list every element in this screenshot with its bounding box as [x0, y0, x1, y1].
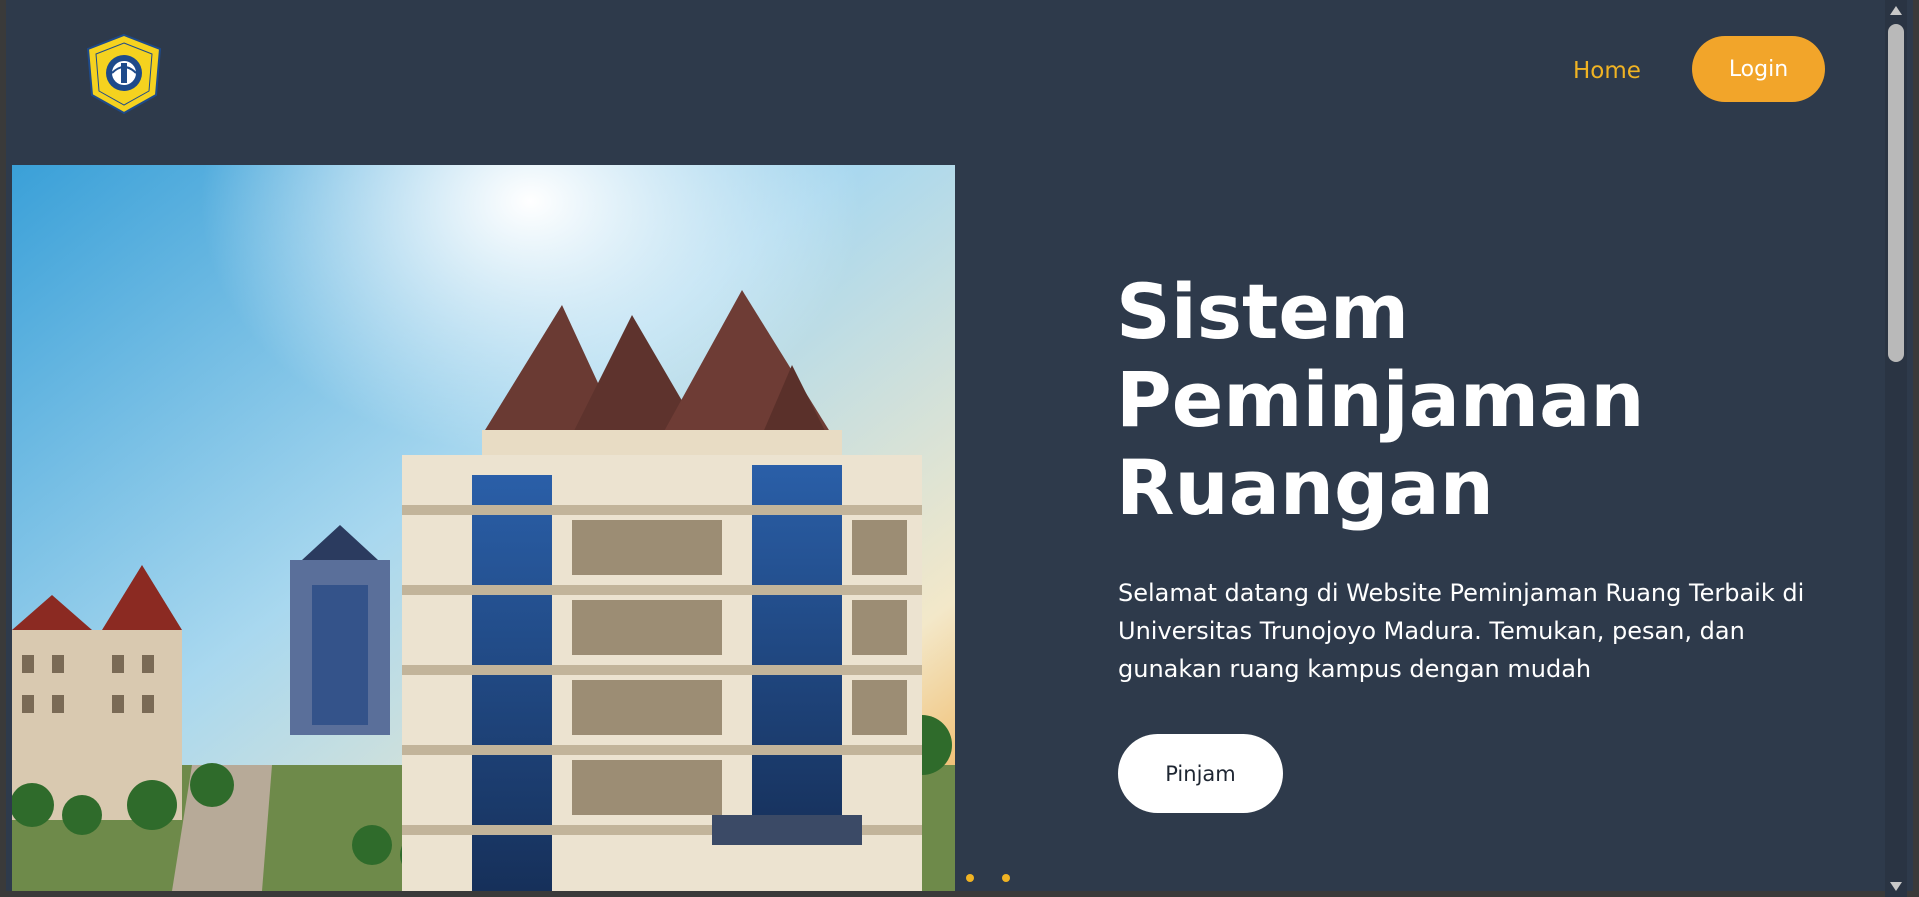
nav-home-link[interactable]: Home	[1573, 58, 1641, 84]
scroll-up-arrow-icon[interactable]	[1890, 6, 1902, 15]
hero-title-line: Ruangan	[1116, 443, 1494, 532]
scrollbar-thumb[interactable]	[1888, 24, 1904, 362]
carousel-dot[interactable]	[966, 874, 974, 882]
pinjam-button[interactable]: Pinjam	[1118, 734, 1283, 813]
page: Home Login Sistem Peminjaman Ruangan Sel…	[0, 0, 1919, 897]
scroll-down-arrow-icon[interactable]	[1890, 882, 1902, 891]
hero-title-line: Peminjaman	[1116, 355, 1645, 444]
hero-title: Sistem Peminjaman Ruangan	[1116, 268, 1676, 532]
carousel-dot[interactable]	[1002, 874, 1010, 882]
hero-campus-image	[12, 165, 955, 891]
university-logo-icon[interactable]	[84, 33, 164, 115]
vertical-scrollbar[interactable]	[1885, 0, 1907, 897]
carousel-indicators	[966, 874, 1010, 882]
hero-title-line: Sistem	[1116, 267, 1410, 356]
hero-description: Selamat datang di Website Peminjaman Rua…	[1118, 579, 1805, 683]
login-button[interactable]: Login	[1692, 36, 1825, 102]
